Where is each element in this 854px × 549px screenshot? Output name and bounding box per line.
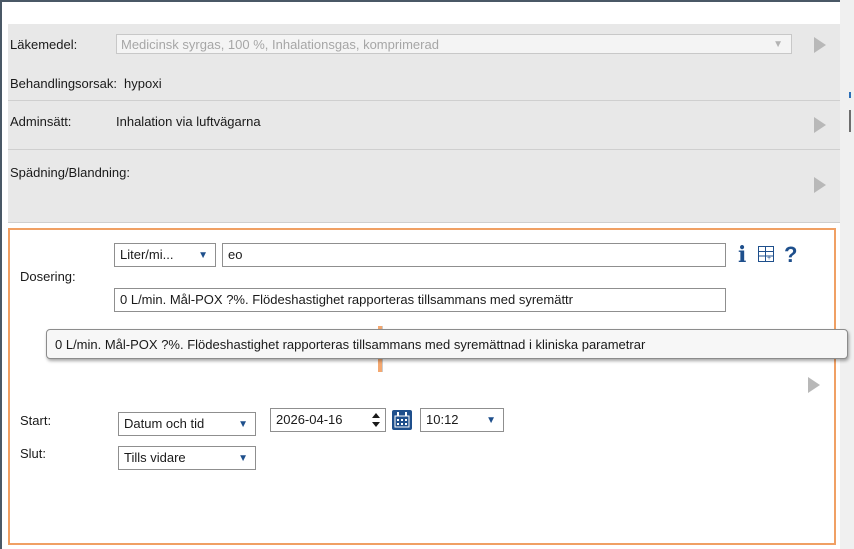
adminsatt-label: Adminsätt: (10, 114, 72, 129)
arrow-right-icon[interactable] (814, 177, 826, 193)
calendar-icon[interactable] (392, 410, 412, 430)
start-time-value: 10:12 (426, 412, 459, 427)
chevron-down-icon: ▼ (198, 250, 208, 261)
chevron-down-icon: ▼ (486, 415, 496, 426)
chevron-down-icon: ▼ (773, 39, 783, 50)
lakemedel-label-text: Läkemedel: (10, 37, 78, 52)
grid-icon[interactable]: + (758, 246, 774, 262)
dose-input-value: eo (228, 247, 243, 262)
dose-unit-dropdown[interactable]: Liter/mi... ▼ (114, 243, 216, 267)
lakemedel-label: Läkemedel: (10, 37, 77, 52)
window-top-border (0, 0, 840, 10)
start-date-input[interactable]: 2026-04-16 (270, 408, 386, 432)
spadning-label: Spädning/Blandning: (10, 165, 130, 180)
dose-unit-value: Liter/mi... (120, 247, 174, 262)
tooltip-text: 0 L/min. Mål-POX ?%. Flödeshastighet rap… (55, 337, 646, 352)
behandlingsorsak-label: Behandlingsorsak: (10, 76, 117, 91)
start-label: Start: (20, 413, 52, 428)
chevron-down-icon: ▼ (238, 453, 248, 464)
spadning-section: Spädning/Blandning: (8, 150, 840, 223)
lakemedel-select-value: Medicinsk syrgas, 100 %, Inhalationsgas,… (121, 37, 439, 52)
chevron-down-icon: ▼ (238, 419, 248, 430)
slut-type-dropdown[interactable]: Tills vidare ▼ (118, 446, 256, 470)
info-icon[interactable]: i (738, 242, 746, 268)
scroll-indicator (849, 92, 851, 98)
arrow-right-icon[interactable] (814, 117, 826, 133)
behandlingsorsak-value: hypoxi (124, 76, 162, 91)
start-type-dropdown[interactable]: Datum och tid ▼ (118, 412, 256, 436)
slut-label: Slut: (20, 446, 47, 461)
slut-type-value: Tills vidare (124, 450, 186, 465)
grid-icon-svg: + (759, 247, 773, 261)
start-time-dropdown[interactable]: 10:12 ▼ (420, 408, 504, 432)
help-icon[interactable]: ? (784, 242, 797, 268)
arrow-right-icon[interactable] (808, 377, 820, 393)
calendar-icon-svg (394, 412, 410, 428)
dose-input[interactable]: eo (222, 243, 726, 267)
svg-text:+: + (767, 255, 771, 261)
start-type-value: Datum och tid (124, 416, 205, 431)
dosering-label: Dosering: (20, 269, 76, 284)
start-date-value: 2026-04-16 (276, 412, 343, 427)
dose-instruction-tooltip: 0 L/min. Mål-POX ?%. Flödeshastighet rap… (46, 329, 848, 359)
adminsatt-section: Adminsätt: Inhalation via luftvägarna (8, 101, 840, 150)
lakemedel-section: Läkemedel: Medicinsk syrgas, 100 %, Inha… (8, 24, 840, 101)
dosering-panel: Dosering: Liter/mi... ▼ eo i + ? 0 L/min… (8, 228, 836, 545)
arrow-right-icon[interactable] (814, 37, 826, 53)
date-spinner-icon[interactable] (372, 413, 380, 427)
dose-instruction-value: 0 L/min. Mål-POX ?%. Flödeshastighet rap… (120, 292, 574, 307)
adminsatt-value: Inhalation via luftvägarna (116, 114, 261, 129)
lakemedel-select: Medicinsk syrgas, 100 %, Inhalationsgas,… (116, 34, 792, 54)
scrollbar-thumb[interactable] (849, 110, 851, 132)
dose-instruction-input[interactable]: 0 L/min. Mål-POX ?%. Flödeshastighet rap… (114, 288, 726, 312)
window-left-border (0, 0, 2, 549)
